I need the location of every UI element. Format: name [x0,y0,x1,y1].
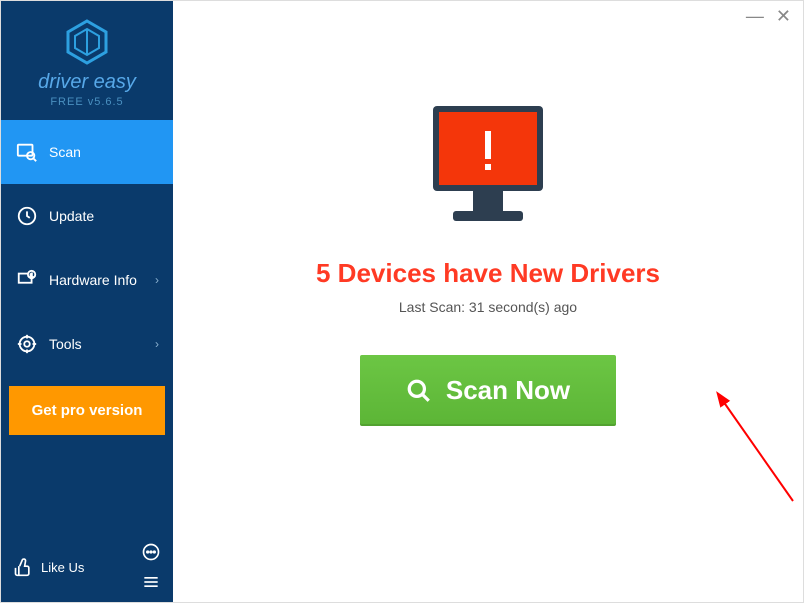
bottom-bar: Like Us [1,532,173,602]
hardware-icon: 1 [15,269,39,291]
update-icon [15,205,39,227]
sidebar-item-label: Hardware Info [49,272,137,288]
minimize-button[interactable]: — [746,6,764,27]
sidebar-item-label: Update [49,208,94,224]
sidebar-item-label: Scan [49,144,81,160]
sidebar-item-scan[interactable]: Scan [1,120,173,184]
headline: 5 Devices have New Drivers [316,258,660,289]
scan-now-button[interactable]: Scan Now [360,355,616,426]
scan-icon [15,141,39,163]
feedback-icon[interactable] [141,542,161,562]
tools-icon [15,333,39,355]
sidebar-item-hardware[interactable]: 1 Hardware Info › [1,248,173,312]
sidebar-item-update[interactable]: Update [1,184,173,248]
sidebar-item-tools[interactable]: Tools › [1,312,173,376]
close-button[interactable]: ✕ [776,6,791,27]
titlebar: — ✕ [746,1,803,31]
brand-name: driver easy [1,71,173,94]
last-scan-label: Last Scan: 31 second(s) ago [399,299,577,315]
menu-icon[interactable] [141,572,161,592]
thumbs-up-icon [13,557,33,577]
svg-text:1: 1 [30,273,33,279]
logo-icon [64,19,110,65]
monitor-alert-icon [413,101,563,236]
sidebar-item-label: Tools [49,336,82,352]
logo-area: driver easy FREE v5.6.5 [1,1,173,120]
like-us-label: Like Us [41,560,84,575]
get-pro-button[interactable]: Get pro version [9,386,165,435]
annotation-arrow [713,391,804,516]
sidebar: driver easy FREE v5.6.5 Scan Update 1 Ha… [1,1,173,602]
main-content: 5 Devices have New Drivers Last Scan: 31… [173,1,803,602]
chevron-right-icon: › [155,337,159,351]
like-us-button[interactable]: Like Us [13,557,84,577]
version-label: FREE v5.6.5 [1,96,173,108]
chevron-right-icon: › [155,273,159,287]
search-icon [406,378,432,404]
scan-now-label: Scan Now [446,375,570,406]
